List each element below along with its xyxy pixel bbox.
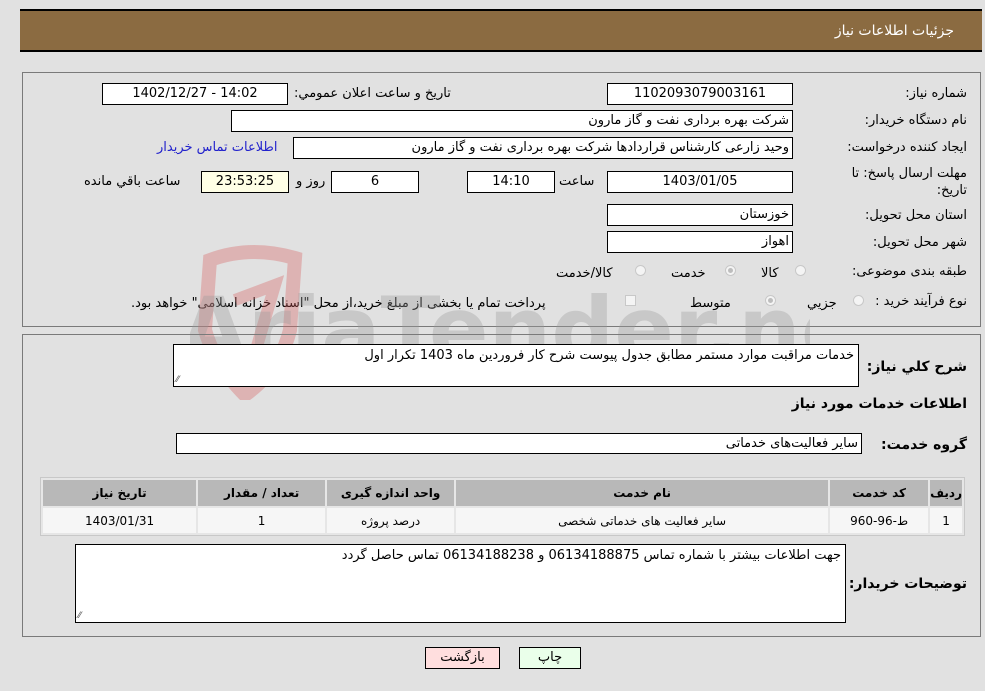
general-desc-text: خدمات مراقبت موارد مستمر مطابق جدول پیوس… (364, 348, 854, 363)
announce-datetime-field[interactable]: 1402/12/27 - 14:02 (102, 83, 288, 105)
table-row: 1 ط-96-960 سایر فعالیت های خدماتی شخصی د… (43, 508, 962, 533)
buyer-org-label: نام دستگاه خریدار: (864, 113, 967, 128)
print-button[interactable]: چاپ (519, 647, 581, 669)
col-header-service-code: کد خدمت (830, 480, 929, 506)
table-header-row: ردیف کد خدمت نام خدمت واحد اندازه گیری ت… (43, 480, 962, 506)
deadline-time-label: ساعت (559, 174, 595, 189)
treasury-note: پرداخت تمام یا بخشی از مبلغ خرید،از محل … (131, 296, 546, 311)
category-option-goods: کالا (761, 266, 779, 281)
col-header-unit: واحد اندازه گیری (327, 480, 455, 506)
cell-service-name: سایر فعالیت های خدماتی شخصی (456, 508, 829, 533)
city-label: شهر محل تحویل: (872, 235, 967, 250)
days-label: روز و (296, 174, 326, 189)
buyer-notes-label: توضیحات خریدار: (848, 576, 967, 592)
province-field[interactable]: خوزستان (607, 204, 793, 226)
back-button[interactable]: بازگشت (425, 647, 500, 669)
page-title: جزئیات اطلاعات نیاز (834, 23, 954, 39)
purchase-radio-medium[interactable] (765, 295, 776, 306)
requester-field[interactable]: وحید زارعی کارشناس قراردادها شرکت بهره ب… (293, 137, 793, 159)
col-header-service-name: نام خدمت (456, 480, 829, 506)
purchase-type-label: نوع فرآیند خرید : (875, 294, 967, 309)
category-option-service: خدمت (671, 266, 706, 281)
treasury-checkbox[interactable] (625, 295, 636, 306)
cell-row-number: 1 (930, 508, 962, 533)
category-option-goods-service: کالا/خدمت (556, 266, 613, 281)
days-remaining-field[interactable]: 6 (331, 171, 419, 193)
province-label: استان محل تحویل: (865, 208, 967, 223)
services-heading: اطلاعات خدمات مورد نیاز (791, 396, 967, 412)
buyer-notes-text: جهت اطلاعات بیشتر با شماره تماس 06134188… (341, 548, 841, 563)
purchase-option-minor: جزيي (807, 296, 837, 311)
category-label: طبقه بندی موضوعی: (851, 264, 967, 279)
purchase-option-medium: متوسط (690, 296, 731, 311)
announce-datetime-label: تاریخ و ساعت اعلان عمومي: (294, 86, 451, 101)
need-number-label: شماره نیاز: (905, 86, 967, 101)
need-number-field[interactable]: 1102093079003161 (607, 83, 793, 105)
service-group-label: گروه خدمت: (881, 437, 967, 453)
buyer-notes-field[interactable]: جهت اطلاعات بیشتر با شماره تماس 06134188… (75, 544, 846, 623)
cell-service-code: ط-96-960 (830, 508, 929, 533)
general-desc-label: شرح كلي نياز: (866, 359, 967, 375)
cell-need-date: 1403/01/31 (43, 508, 197, 533)
requester-label: ایجاد کننده درخواست: (847, 140, 967, 155)
resize-grip-icon[interactable]: ⁄⁄ (78, 611, 81, 621)
resize-grip-icon[interactable]: ⁄⁄ (176, 375, 179, 385)
purchase-radio-minor[interactable] (853, 295, 864, 306)
deadline-time-field[interactable]: 14:10 (467, 171, 555, 193)
category-radio-service[interactable] (725, 265, 736, 276)
general-desc-field[interactable]: خدمات مراقبت موارد مستمر مطابق جدول پیوس… (173, 344, 859, 387)
cell-quantity: 1 (198, 508, 326, 533)
cell-unit: درصد پروژه (327, 508, 455, 533)
col-header-quantity: تعداد / مقدار (198, 480, 326, 506)
deadline-label: مهلت ارسال پاسخ: تا (851, 166, 967, 181)
time-remaining-field[interactable]: 23:53:25 (201, 171, 289, 193)
deadline-date-field[interactable]: 1403/01/05 (607, 171, 793, 193)
buyer-contact-link[interactable]: اطلاعات تماس خریدار (157, 140, 277, 155)
deadline-label-date: تاریخ: (936, 183, 967, 198)
time-remaining-label: ساعت باقي مانده (84, 174, 181, 189)
service-group-field[interactable]: سایر فعالیت‌های خدماتی (176, 433, 862, 454)
category-radio-goods-service[interactable] (635, 265, 646, 276)
category-radio-goods[interactable] (795, 265, 806, 276)
col-header-row-number: ردیف (930, 480, 962, 506)
services-table: ردیف کد خدمت نام خدمت واحد اندازه گیری ت… (40, 477, 965, 536)
page-header: جزئیات اطلاعات نیاز (20, 9, 982, 52)
buyer-org-field[interactable]: شرکت بهره برداری نفت و گاز مارون (231, 110, 793, 132)
city-field[interactable]: اهواز (607, 231, 793, 253)
col-header-need-date: تاریخ نیاز (43, 480, 197, 506)
